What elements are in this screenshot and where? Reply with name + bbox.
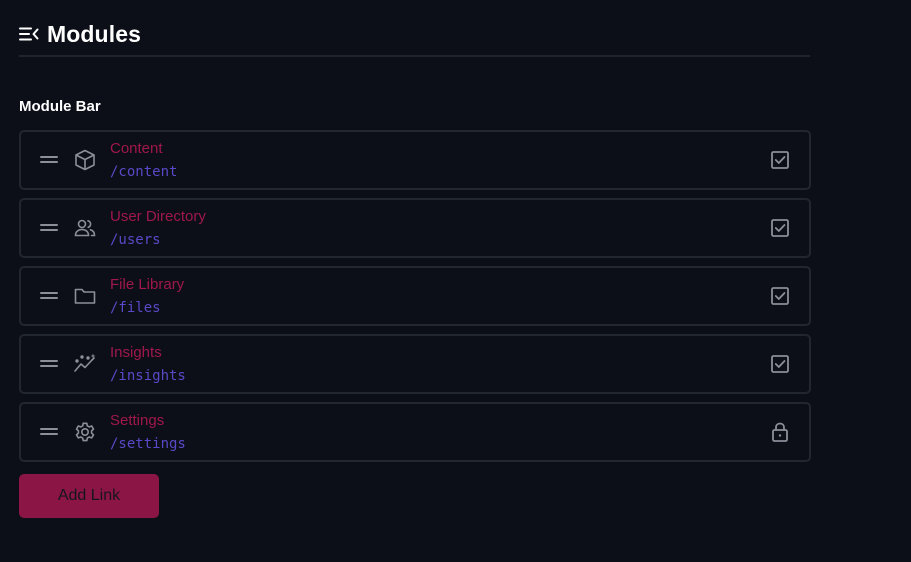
modules-page: Modules Module Bar Content /content User…	[0, 0, 911, 562]
module-row-settings[interactable]: Settings /settings	[19, 402, 811, 462]
page-header: Modules	[19, 17, 810, 57]
module-row-files[interactable]: File Library /files	[19, 266, 811, 326]
drag-handle-icon[interactable]	[40, 292, 58, 300]
insights-icon	[73, 352, 97, 376]
module-row-insights[interactable]: Insights /insights	[19, 334, 811, 394]
page-title: Modules	[47, 21, 141, 47]
module-path: /users	[110, 232, 161, 248]
drag-handle-icon[interactable]	[40, 224, 58, 232]
module-list: Content /content User Directory /users F…	[19, 130, 811, 470]
checkbox-checked-icon[interactable]	[769, 353, 791, 375]
module-title: Content	[110, 140, 163, 157]
module-title: Settings	[110, 412, 165, 429]
module-path: /insights	[110, 368, 186, 384]
module-row-users[interactable]: User Directory /users	[19, 198, 811, 258]
folder-icon	[73, 284, 97, 308]
add-link-button[interactable]: Add Link	[19, 474, 159, 518]
module-title: File Library	[110, 276, 185, 293]
gear-icon	[73, 420, 97, 444]
drag-handle-icon[interactable]	[40, 156, 58, 164]
module-path: /settings	[110, 436, 186, 452]
drag-handle-icon[interactable]	[40, 360, 58, 368]
module-title: Insights	[110, 344, 162, 361]
checkbox-checked-icon[interactable]	[769, 285, 791, 307]
module-title: User Directory	[110, 208, 206, 225]
menu-collapse-icon[interactable]	[19, 17, 41, 51]
checkbox-checked-icon[interactable]	[769, 217, 791, 239]
drag-handle-icon[interactable]	[40, 428, 58, 436]
lock-icon	[769, 421, 791, 443]
cube-icon	[73, 148, 97, 172]
users-icon	[73, 216, 97, 240]
checkbox-checked-icon[interactable]	[769, 149, 791, 171]
module-path: /content	[110, 164, 178, 180]
module-path: /files	[110, 300, 161, 316]
section-label: Module Bar	[19, 98, 101, 115]
module-row-content[interactable]: Content /content	[19, 130, 811, 190]
